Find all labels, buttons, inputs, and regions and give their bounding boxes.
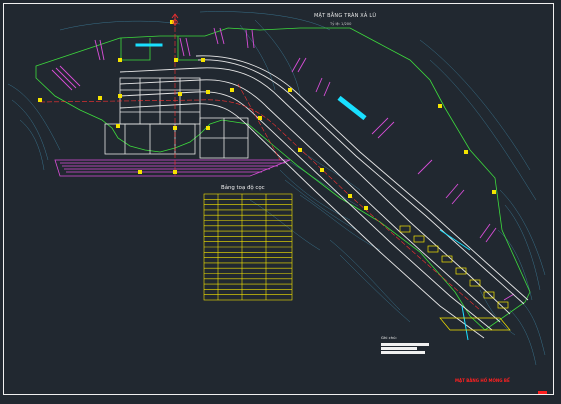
survey-marker xyxy=(178,92,182,96)
survey-marker xyxy=(116,124,120,128)
survey-marker xyxy=(438,104,442,108)
plan-drawing xyxy=(7,11,546,366)
survey-marker xyxy=(98,96,102,100)
hatch-mark xyxy=(323,81,331,97)
hatch-mark xyxy=(59,65,81,87)
coordinate-table xyxy=(203,193,293,301)
hatch-mark xyxy=(503,293,515,301)
survey-marker xyxy=(288,88,292,92)
survey-marker xyxy=(298,148,302,152)
hatch-mark xyxy=(213,27,219,45)
red-label: MẶT BẰNG HỐ MÓNG BỂ xyxy=(455,378,510,383)
survey-marker xyxy=(118,94,122,98)
hatch-mark xyxy=(51,69,73,91)
notes-title: Ghi chú: xyxy=(381,335,397,340)
survey-marker xyxy=(464,150,468,154)
hatch-mark xyxy=(485,227,497,243)
hatch-mark xyxy=(479,223,491,239)
survey-marker xyxy=(206,90,210,94)
hatch-mark xyxy=(185,37,191,57)
hatch-mark xyxy=(245,29,249,49)
drawing-title: MẶT BẰNG TRÀN XẢ LŨ xyxy=(314,13,377,19)
survey-marker xyxy=(173,170,177,174)
hatch-mark xyxy=(99,39,105,61)
survey-marker xyxy=(38,98,42,102)
hatch-mark xyxy=(315,77,323,93)
hatch-mark xyxy=(417,159,433,175)
stilling-basin xyxy=(104,77,249,159)
survey-marker xyxy=(258,116,262,120)
survey-marker xyxy=(320,168,324,172)
table-title: Bảng toạ độ cọc xyxy=(221,185,265,191)
hatch-mark xyxy=(55,67,77,89)
hatch-mark xyxy=(179,37,185,57)
survey-marker xyxy=(118,58,122,62)
hatch-mark xyxy=(451,189,465,205)
survey-marker xyxy=(201,58,205,62)
survey-marker xyxy=(206,126,210,130)
cad-drawing-sheet: MẶT BẰNG TRÀN XẢ LŨ Tỷ lệ: 1/200 Bảng to… xyxy=(0,0,561,404)
hatch-mark xyxy=(377,121,395,139)
drawing-scale: Tỷ lệ: 1/200 xyxy=(330,22,352,26)
excavation-boundary xyxy=(35,27,531,331)
notes-legend xyxy=(381,343,429,354)
accent-features xyxy=(135,43,471,341)
survey-marker xyxy=(492,190,496,194)
hatch-mark xyxy=(94,39,101,61)
spillway-channel xyxy=(119,55,529,339)
slope-hatches xyxy=(51,27,515,301)
survey-marker xyxy=(348,194,352,198)
hatch-mark xyxy=(445,183,459,199)
survey-marker xyxy=(230,88,234,92)
red-marker xyxy=(538,391,547,394)
survey-marker xyxy=(173,126,177,130)
terrain-contours xyxy=(7,11,546,366)
survey-marker xyxy=(174,58,178,62)
survey-markers xyxy=(38,20,496,210)
hatch-mark xyxy=(251,29,255,49)
hatch-mark xyxy=(371,117,389,135)
platform-hatch xyxy=(54,159,291,177)
survey-marker xyxy=(364,206,368,210)
survey-marker xyxy=(138,170,142,174)
